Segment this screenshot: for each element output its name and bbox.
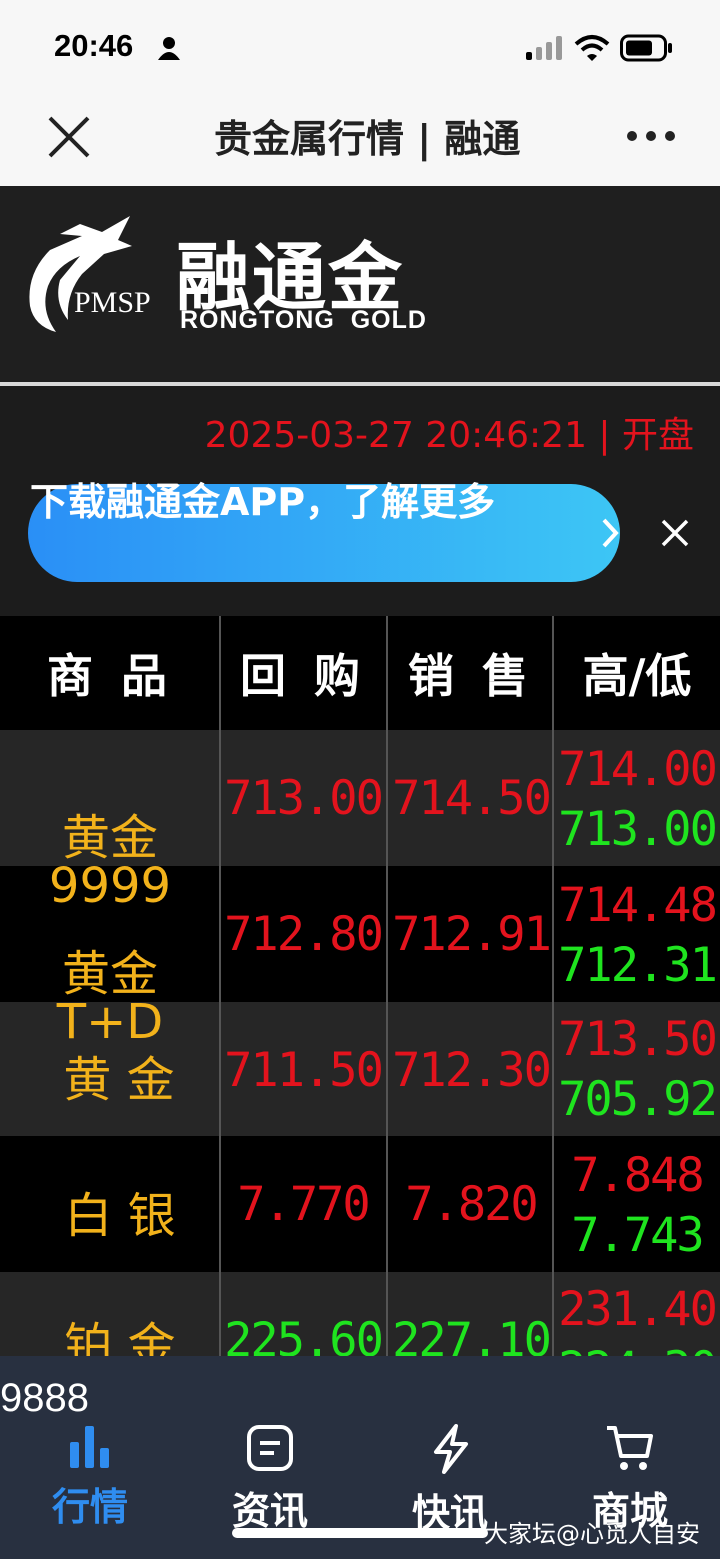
person-icon — [158, 37, 180, 60]
tab-market[interactable]: 行情 — [30, 1424, 150, 1531]
banner-close-icon[interactable] — [660, 518, 690, 548]
sell-price: 712.91 — [392, 906, 552, 962]
header-buyback: 回 购 — [239, 649, 366, 703]
product-name: 9999 — [48, 858, 172, 914]
tab-label: 行情 — [51, 1485, 128, 1529]
wifi-icon — [574, 35, 610, 61]
spacer — [0, 600, 720, 616]
close-icon[interactable] — [46, 114, 92, 160]
low-price: 712.31 — [558, 938, 718, 993]
ticker-text: 9888 — [0, 1376, 89, 1420]
battery-icon — [620, 34, 672, 62]
high-low-cell: 7.848 7.743 — [554, 1146, 720, 1266]
buyback-price: 712.80 — [224, 906, 384, 962]
low-price: 713.00 — [558, 802, 718, 857]
low-price: 705.92 — [558, 1072, 718, 1127]
product-name: 白 银 — [64, 1188, 176, 1244]
chevron-right-icon[interactable] — [600, 516, 620, 550]
tab-news[interactable]: 资讯 — [210, 1424, 330, 1535]
high-price: 713.50 — [558, 1012, 718, 1067]
home-indicator — [232, 1528, 488, 1538]
buyback-price: 7.770 — [237, 1176, 370, 1232]
more-icon[interactable] — [626, 130, 676, 142]
high-low-cell: 714.48 712.31 — [554, 876, 720, 996]
tab-label: 资讯 — [231, 1489, 308, 1533]
buyback-price: 713.00 — [224, 770, 384, 826]
document-icon — [247, 1425, 293, 1471]
svg-text:PMSP: PMSP — [74, 286, 151, 319]
high-low-cell: 714.00 713.00 — [554, 740, 720, 860]
product-name: 黄 金 — [63, 1052, 175, 1108]
bar-chart-icon — [70, 1426, 109, 1468]
header-product: 商 品 — [46, 649, 173, 703]
high-price: 7.848 — [571, 1148, 704, 1203]
signal-icon — [526, 36, 562, 60]
page-title: 贵金属行情 | 融通 — [214, 117, 521, 161]
banner-text[interactable]: 下载融通金APP，了解更多 — [30, 472, 570, 532]
cart-icon — [607, 1426, 653, 1470]
buyback-price: 711.50 — [224, 1042, 384, 1098]
market-datetime: 2025-03-27 20:46:21 | 开盘 — [204, 415, 694, 456]
high-price: 714.00 — [558, 742, 718, 797]
high-low-cell: 713.50 705.92 — [554, 1010, 720, 1130]
watermark: 大家坛@心觅人自安 — [484, 1520, 700, 1548]
header-high-low: 高/低 — [582, 649, 692, 703]
high-price: 231.40 — [558, 1282, 718, 1337]
lightning-icon — [434, 1424, 468, 1474]
sell-price: 714.50 — [392, 770, 552, 826]
header-sell: 销 售 — [407, 649, 534, 703]
status-time: 20:46 — [54, 28, 134, 63]
dragon-logo-icon: PMSP — [29, 216, 151, 332]
low-price: 7.743 — [571, 1208, 704, 1263]
high-price: 714.48 — [558, 878, 718, 933]
brand-subtitle: RONGTONG GOLD — [180, 306, 427, 334]
sell-price: 7.820 — [405, 1176, 538, 1232]
sell-price: 712.30 — [392, 1042, 552, 1098]
